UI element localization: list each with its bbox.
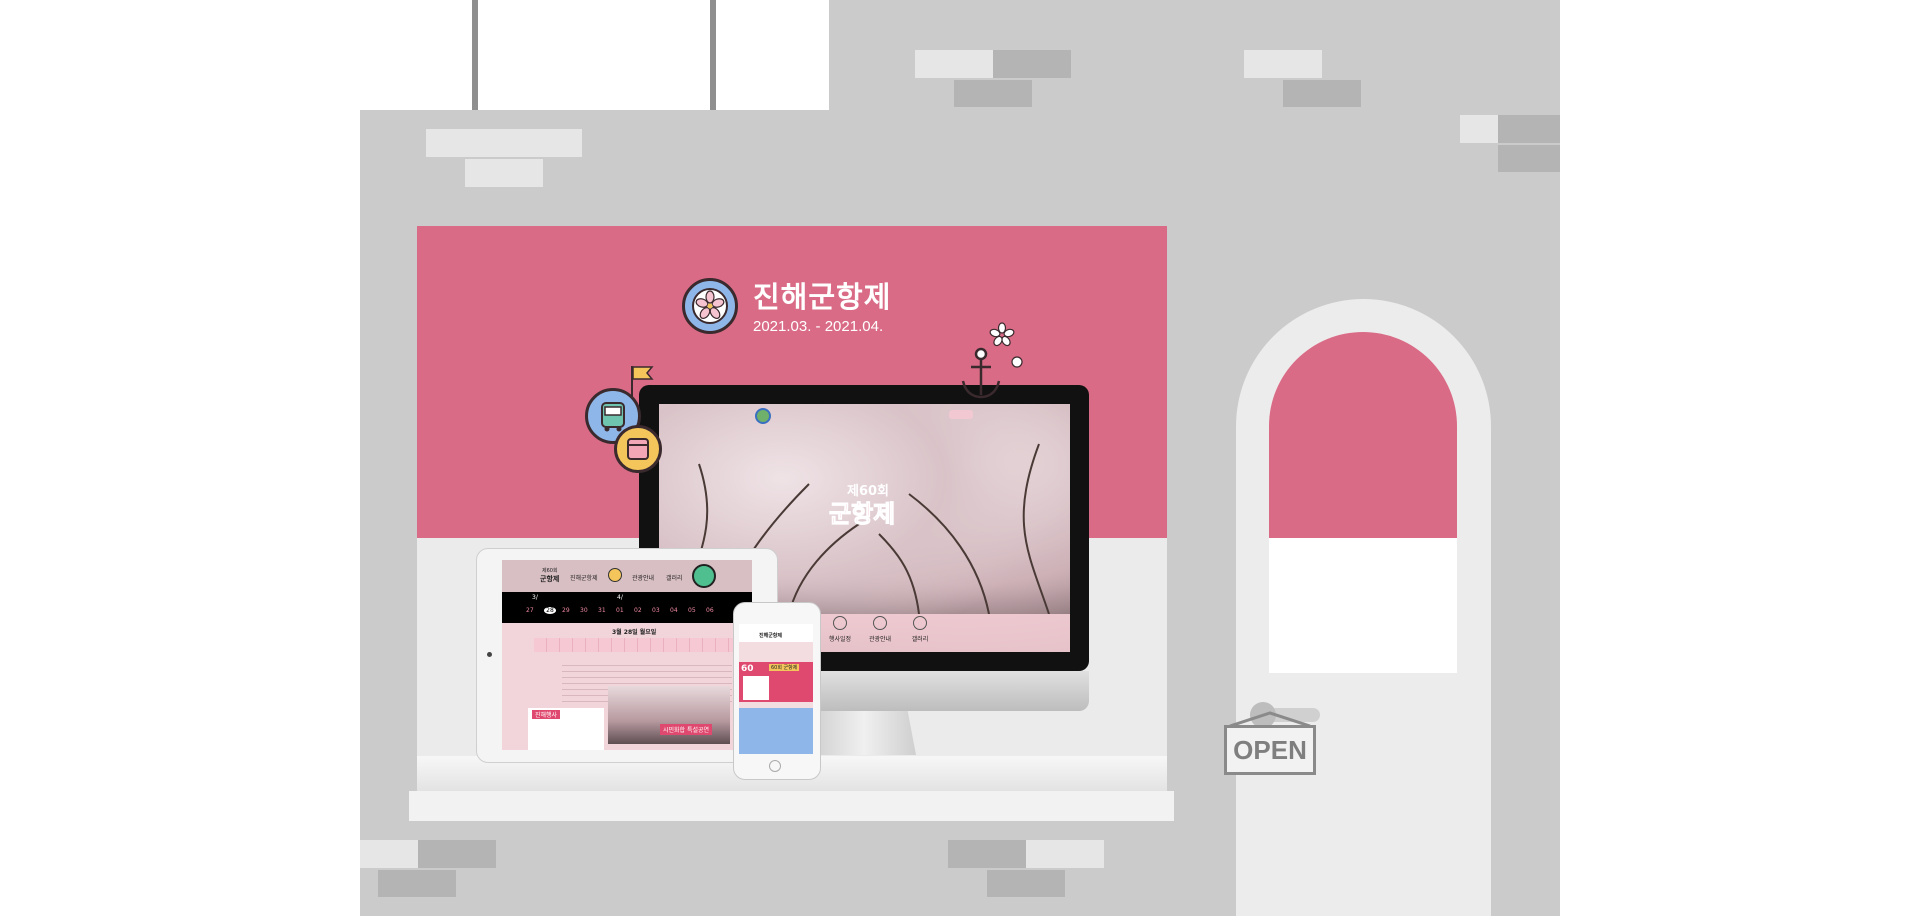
open-sign: OPEN bbox=[1224, 725, 1316, 775]
brick bbox=[504, 129, 582, 157]
calendar-icon bbox=[614, 425, 662, 473]
phone-card[interactable] bbox=[739, 708, 813, 754]
calendar-icon bbox=[833, 616, 847, 630]
date-item[interactable]: 27 bbox=[526, 607, 538, 614]
date-item[interactable]: 28 bbox=[544, 607, 556, 614]
hanging-pole-right bbox=[710, 0, 716, 110]
phone-number: 60 bbox=[741, 664, 754, 674]
festival-title: 진해군항제 bbox=[753, 280, 892, 314]
phone-website-screen: 진해군항제 60 60회 군항제 bbox=[739, 624, 813, 754]
phone-title: 진해군항제 bbox=[759, 633, 783, 639]
brick bbox=[360, 840, 418, 868]
desktop-festival-name: 군항제 bbox=[828, 500, 896, 529]
cherry-blossom-icon bbox=[692, 288, 728, 324]
tablet-menu-item[interactable]: 갤러리 bbox=[666, 573, 683, 582]
desktop-top-button[interactable] bbox=[949, 410, 973, 419]
selected-date-heading: 3월 28일 월요일 bbox=[612, 629, 657, 636]
tablet-camera bbox=[487, 652, 492, 657]
door-window bbox=[1269, 332, 1457, 673]
date-item[interactable]: 30 bbox=[580, 607, 592, 614]
brick bbox=[948, 840, 1026, 868]
tablet-website-screen: 제60회 군항제 진해군항제 관광안내 갤러리 3/ 4/ 27 28 29 3… bbox=[502, 560, 752, 750]
door-window-pink bbox=[1269, 332, 1457, 538]
flag-icon bbox=[873, 616, 887, 630]
brick bbox=[465, 159, 543, 187]
brick bbox=[1498, 145, 1560, 172]
date-item[interactable]: 01 bbox=[616, 607, 628, 614]
tablet-logo: 군항제 bbox=[540, 575, 560, 583]
phone-home-button bbox=[769, 760, 781, 772]
date-item[interactable]: 02 bbox=[634, 607, 646, 614]
window-sill bbox=[409, 791, 1174, 821]
date-item[interactable]: 06 bbox=[706, 607, 718, 614]
brick bbox=[1026, 840, 1104, 868]
phone-poster[interactable] bbox=[743, 676, 769, 700]
brick bbox=[993, 50, 1071, 78]
gallery-icon bbox=[913, 616, 927, 630]
festival-dates: 2021.03. - 2021.04. bbox=[753, 318, 884, 335]
event-photo[interactable]: 시민화합 특설공연 bbox=[608, 686, 730, 744]
nav-item-label: 행사일정 bbox=[828, 636, 852, 643]
photo-caption: 시민화합 특설공연 bbox=[660, 724, 713, 735]
brick bbox=[987, 870, 1065, 897]
hanging-pole-left bbox=[472, 0, 478, 110]
nav-item-label: 갤러리 bbox=[911, 636, 929, 643]
schedule-grid bbox=[534, 638, 734, 652]
anchor-icon bbox=[961, 347, 1001, 399]
tablet-menu-item[interactable]: 진해군항제 bbox=[570, 573, 598, 582]
tablet-menu-item[interactable]: 관광안내 bbox=[632, 573, 654, 582]
site-logo-icon bbox=[755, 408, 771, 424]
brick bbox=[915, 50, 993, 78]
nav-item-label: 관광안내 bbox=[868, 636, 892, 643]
scroll-top-icon[interactable] bbox=[692, 564, 716, 588]
date-item[interactable]: 29 bbox=[562, 607, 574, 614]
brick bbox=[1283, 80, 1361, 107]
date-item[interactable]: 31 bbox=[598, 607, 610, 614]
phone-hero: 60 60회 군항제 bbox=[739, 662, 813, 702]
brick bbox=[378, 870, 456, 897]
tablet-date-strip: 3/ 4/ 27 28 29 30 31 01 02 03 04 05 06 bbox=[502, 592, 752, 623]
brick bbox=[418, 840, 496, 868]
flag-icon bbox=[631, 366, 654, 398]
brick bbox=[426, 129, 504, 157]
date-item[interactable]: 03 bbox=[652, 607, 664, 614]
notice-title: 진해행사 bbox=[532, 710, 561, 719]
brick bbox=[1498, 115, 1560, 143]
phone-banner: 60회 군항제 bbox=[769, 664, 800, 671]
cherry-blossom-logo-icon bbox=[682, 278, 738, 334]
brick bbox=[954, 80, 1032, 107]
month-label: 3/ bbox=[532, 594, 538, 601]
tablet-header: 제60회 군항제 진해군항제 관광안내 갤러리 bbox=[502, 560, 752, 592]
tablet-logo-small: 제60회 bbox=[542, 568, 558, 574]
date-item[interactable]: 04 bbox=[670, 607, 682, 614]
brick bbox=[1244, 50, 1322, 78]
date-row: 27 28 29 30 31 01 02 03 04 05 06 bbox=[526, 607, 746, 614]
notice-card: 진해행사 bbox=[528, 708, 604, 750]
date-item[interactable]: 05 bbox=[688, 607, 700, 614]
phone-header: 진해군항제 bbox=[739, 624, 813, 642]
monitor-stand bbox=[812, 711, 916, 755]
month-label: 4/ bbox=[617, 594, 623, 601]
calendar-icon bbox=[608, 568, 622, 582]
